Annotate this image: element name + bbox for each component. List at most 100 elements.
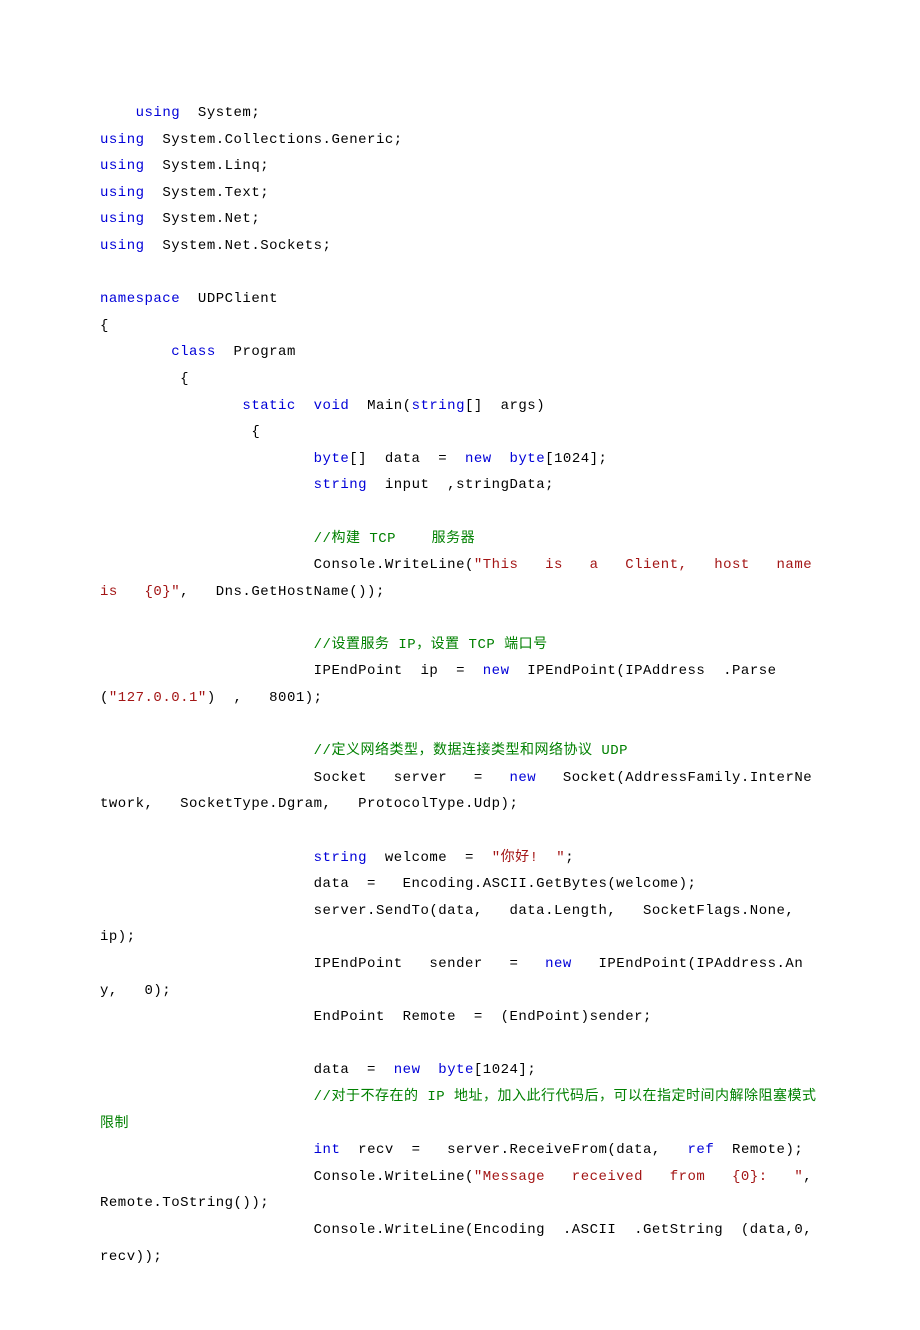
token: void bbox=[314, 398, 350, 414]
token: UDPClient bbox=[180, 291, 278, 307]
code-line: using System.Text; bbox=[100, 180, 820, 207]
code-line: int recv = server.ReceiveFrom(data, ref … bbox=[100, 1137, 820, 1164]
token bbox=[420, 1062, 438, 1078]
token: byte bbox=[510, 451, 546, 467]
token: data = bbox=[314, 1062, 394, 1078]
token: input ,stringData; bbox=[367, 477, 554, 493]
token: [] args) bbox=[465, 398, 545, 414]
code-line: IPEndPoint sender = new IPEndPoint(IPAdd… bbox=[100, 951, 820, 1004]
token: { bbox=[171, 371, 189, 387]
token: //构建 TCP 服务器 bbox=[314, 531, 476, 547]
token: using bbox=[100, 238, 145, 254]
token: Program bbox=[216, 344, 296, 360]
code-line bbox=[100, 260, 820, 287]
code-line: class Program bbox=[100, 339, 820, 366]
code-line: byte[] data = new byte[1024]; bbox=[100, 446, 820, 473]
token: using bbox=[100, 185, 145, 201]
token: string bbox=[314, 477, 367, 493]
token: Remote); bbox=[714, 1142, 803, 1158]
token: data = Encoding.ASCII.GetBytes(welcome); bbox=[314, 876, 697, 892]
token: new bbox=[483, 663, 510, 679]
token: [1024]; bbox=[474, 1062, 536, 1078]
code-line: EndPoint Remote = (EndPoint)sender; bbox=[100, 1004, 820, 1031]
code-line: IPEndPoint ip = new IPEndPoint(IPAddress… bbox=[100, 658, 820, 711]
token: IPEndPoint ip = bbox=[314, 663, 483, 679]
token: static bbox=[242, 398, 295, 414]
token: new bbox=[545, 956, 572, 972]
code-line: string welcome = "你好! "; bbox=[100, 845, 820, 872]
code-line: using System.Collections.Generic; bbox=[100, 127, 820, 154]
token bbox=[296, 398, 314, 414]
token: Socket server = bbox=[314, 770, 510, 786]
code-line: Console.WriteLine(Encoding .ASCII .GetSt… bbox=[100, 1217, 820, 1270]
token: [] data = bbox=[349, 451, 465, 467]
token: Main( bbox=[349, 398, 411, 414]
code-line bbox=[100, 1031, 820, 1058]
token: "Message received from {0}: " bbox=[474, 1169, 803, 1185]
token: { bbox=[100, 318, 109, 334]
code-line bbox=[100, 818, 820, 845]
code-line: { bbox=[100, 419, 820, 446]
token: recv = server.ReceiveFrom(data, bbox=[340, 1142, 687, 1158]
code-line: using System.Net.Sockets; bbox=[100, 233, 820, 260]
code-line: Console.WriteLine("Message received from… bbox=[100, 1164, 820, 1217]
token: using bbox=[136, 105, 181, 121]
token bbox=[492, 451, 510, 467]
token: //设置服务 IP，设置 TCP 端口号 bbox=[314, 637, 548, 653]
token: new bbox=[509, 770, 536, 786]
code-block: using System;using System.Collections.Ge… bbox=[100, 100, 820, 1270]
code-line: string input ,stringData; bbox=[100, 472, 820, 499]
token: byte bbox=[438, 1062, 474, 1078]
token: System.Net; bbox=[145, 211, 261, 227]
token: //定义网络类型，数据连接类型和网络协议 UDP bbox=[314, 743, 628, 759]
token: { bbox=[242, 424, 260, 440]
token: Console.WriteLine( bbox=[314, 557, 474, 573]
token: System.Linq; bbox=[145, 158, 270, 174]
token: System.Text; bbox=[145, 185, 270, 201]
code-line: Console.WriteLine("This is a Client, hos… bbox=[100, 552, 820, 605]
token: [1024]; bbox=[545, 451, 607, 467]
token: ref bbox=[688, 1142, 715, 1158]
code-line: using System.Net; bbox=[100, 206, 820, 233]
token: string bbox=[412, 398, 465, 414]
token: using bbox=[100, 158, 145, 174]
token: namespace bbox=[100, 291, 180, 307]
token: new bbox=[465, 451, 492, 467]
code-line: data = Encoding.ASCII.GetBytes(welcome); bbox=[100, 871, 820, 898]
token: System.Collections.Generic; bbox=[145, 132, 403, 148]
token: byte bbox=[314, 451, 350, 467]
token: Console.WriteLine( bbox=[314, 1169, 474, 1185]
code-line: { bbox=[100, 313, 820, 340]
token: IPEndPoint sender = bbox=[314, 956, 545, 972]
code-line: static void Main(string[] args) bbox=[100, 393, 820, 420]
code-line: using System.Linq; bbox=[100, 153, 820, 180]
token: ) , 8001); bbox=[207, 690, 323, 706]
code-line: data = new byte[1024]; bbox=[100, 1057, 820, 1084]
code-line: using System; bbox=[100, 100, 820, 127]
code-line: server.SendTo(data, data.Length, SocketF… bbox=[100, 898, 820, 951]
code-line bbox=[100, 605, 820, 632]
code-line: Socket server = new Socket(AddressFamily… bbox=[100, 765, 820, 818]
code-line: namespace UDPClient bbox=[100, 286, 820, 313]
token: EndPoint Remote = (EndPoint)sender; bbox=[314, 1009, 652, 1025]
code-line: //构建 TCP 服务器 bbox=[100, 526, 820, 553]
token: "你好! " bbox=[492, 850, 566, 866]
code-line bbox=[100, 712, 820, 739]
token: , Dns.GetHostName()); bbox=[180, 584, 385, 600]
token: welcome = bbox=[367, 850, 492, 866]
token: int bbox=[314, 1142, 341, 1158]
token: using bbox=[100, 132, 145, 148]
token: class bbox=[171, 344, 216, 360]
code-line bbox=[100, 499, 820, 526]
token: ; bbox=[565, 850, 574, 866]
code-line: { bbox=[100, 366, 820, 393]
token: string bbox=[314, 850, 367, 866]
code-line: //设置服务 IP，设置 TCP 端口号 bbox=[100, 632, 820, 659]
token: using bbox=[100, 211, 145, 227]
token: System; bbox=[180, 105, 260, 121]
token: new bbox=[394, 1062, 421, 1078]
token: System.Net.Sockets; bbox=[145, 238, 332, 254]
code-line: //定义网络类型，数据连接类型和网络协议 UDP bbox=[100, 738, 820, 765]
code-line: //对于不存在的 IP 地址，加入此行代码后，可以在指定时间内解除阻塞模式限制 bbox=[100, 1084, 820, 1137]
token: "127.0.0.1" bbox=[109, 690, 207, 706]
